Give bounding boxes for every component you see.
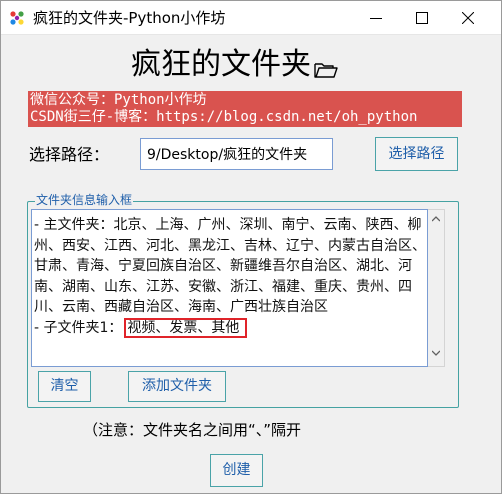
path-input[interactable] xyxy=(140,138,333,170)
page-title: 疯狂的文件夹 xyxy=(131,47,311,82)
textarea-scrollbar[interactable] xyxy=(428,209,445,367)
note-text: （注意：文件夹名之间用“、”隔开 xyxy=(83,421,302,439)
info-banner: 微信公众号：Python小作坊 CSDN街三仔-博客：https://blog.… xyxy=(28,91,462,127)
group-label: 文件夹信息输入框 xyxy=(35,192,134,208)
main-folders-text: - 主文件夹：北京、上海、广州、深圳、南宁、云南、陕西、柳州、西安、江西、河北、… xyxy=(34,217,426,316)
folder-icon xyxy=(314,63,338,78)
app-icon xyxy=(10,11,24,25)
sub-folder-label: - 子文件夹1： xyxy=(34,319,123,336)
folder-info-textarea[interactable]: - 主文件夹：北京、上海、广州、深圳、南宁、云南、陕西、柳州、西安、江西、河北、… xyxy=(31,209,428,367)
close-icon xyxy=(462,12,474,24)
banner-csdn: CSDN街三仔-博客：https://blog.csdn.net/oh_pyth… xyxy=(30,109,418,125)
window-title: 疯狂的文件夹-Python小作坊 xyxy=(33,9,226,27)
add-folder-button[interactable]: 添加文件夹 xyxy=(128,371,226,402)
sub-folder-value: 视频、发票、其他 xyxy=(124,317,248,338)
banner-wechat: 微信公众号：Python小作坊 xyxy=(30,92,207,108)
path-label: 选择路径： xyxy=(29,145,110,164)
minimize-icon xyxy=(370,18,382,19)
title-bar[interactable]: 疯狂的文件夹-Python小作坊 xyxy=(1,1,501,35)
close-button[interactable] xyxy=(445,1,491,35)
sub-folder-line: - 子文件夹1： 视频、发票、其他 xyxy=(34,317,426,339)
scroll-up-icon[interactable] xyxy=(432,216,440,222)
clear-button[interactable]: 清空 xyxy=(38,371,91,402)
app-window: 疯狂的文件夹-Python小作坊 疯狂的文件夹 微信公众号：Python小作坊 … xyxy=(0,0,502,494)
textarea-content: - 主文件夹：北京、上海、广州、深圳、南宁、云南、陕西、柳州、西安、江西、河北、… xyxy=(34,215,426,339)
create-button[interactable]: 创建 xyxy=(210,454,263,487)
maximize-icon xyxy=(416,12,428,24)
maximize-button[interactable] xyxy=(399,1,445,35)
scroll-down-icon[interactable] xyxy=(432,350,440,356)
minimize-button[interactable] xyxy=(353,1,399,35)
choose-path-button[interactable]: 选择路径 xyxy=(375,137,458,171)
